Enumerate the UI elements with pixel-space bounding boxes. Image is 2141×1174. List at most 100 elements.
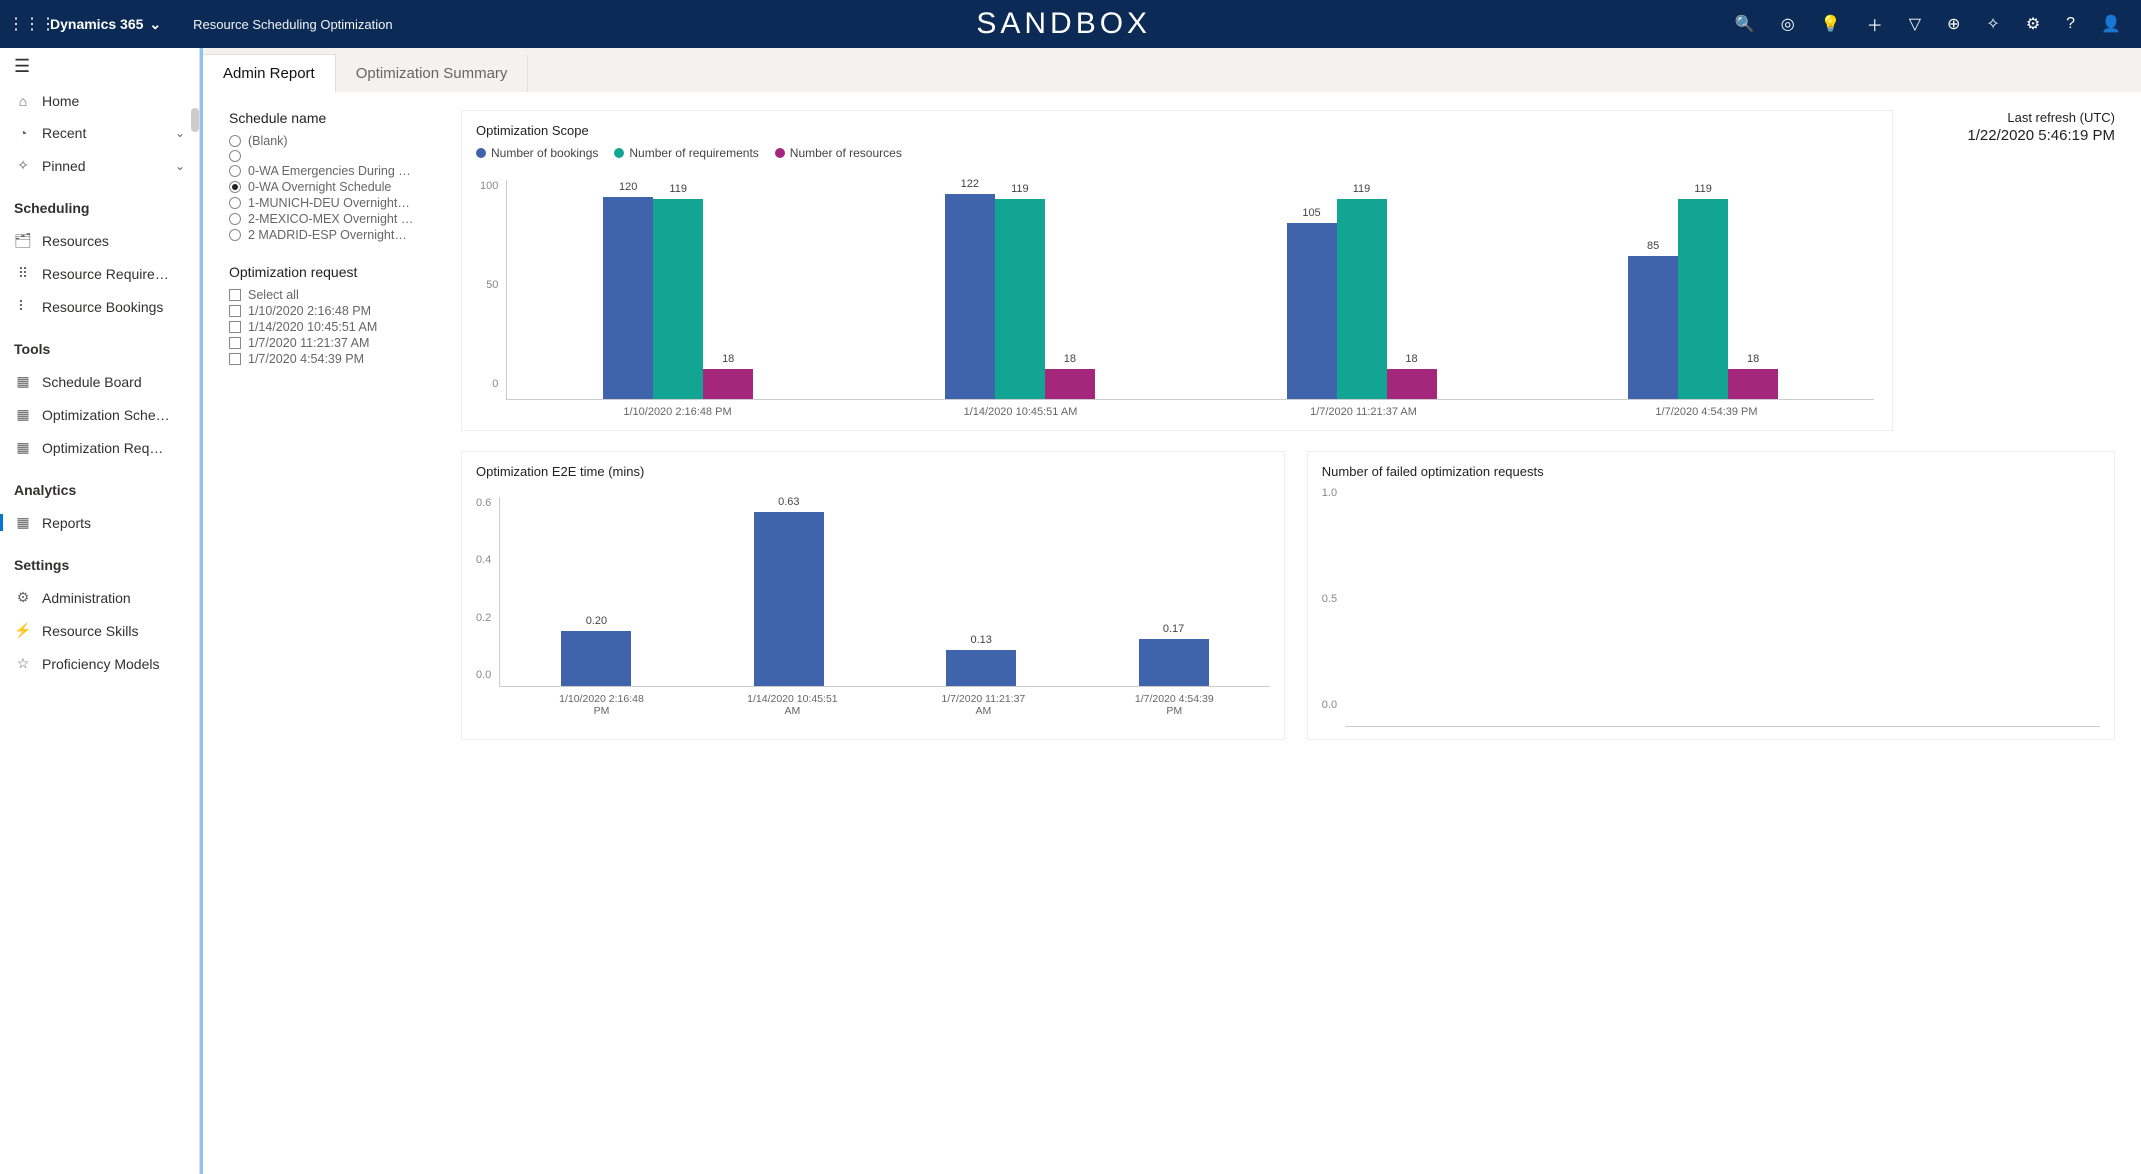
bar-label: 0.63 xyxy=(778,496,799,508)
checkbox-icon xyxy=(229,337,241,349)
bar-label: 105 xyxy=(1302,207,1320,219)
scrollbar-thumb[interactable] xyxy=(191,108,199,132)
x-label: 1/7/2020 4:54:39PM xyxy=(1090,693,1258,717)
nav-item-recent[interactable]: ◔Recent⌄ xyxy=(0,117,199,149)
bar-label: 18 xyxy=(1747,353,1759,365)
waffle-icon[interactable]: ⋮⋮⋮ xyxy=(8,14,40,34)
nav-item[interactable]: ⠇Resource Bookings xyxy=(0,290,199,323)
nav-label: Resources xyxy=(42,233,109,249)
option-label: 2 MADRID-ESP Overnight… xyxy=(248,228,407,242)
radio-icon xyxy=(229,181,241,193)
bar[interactable]: 119 xyxy=(995,199,1045,399)
nav-item[interactable]: ▦Schedule Board xyxy=(0,365,199,398)
bulb-icon[interactable]: 💡 xyxy=(1821,14,1841,34)
bar[interactable]: 119 xyxy=(1678,199,1728,399)
legend-item[interactable]: Number of requirements xyxy=(614,146,758,160)
nav-item[interactable]: ⚙Administration xyxy=(0,581,199,614)
schedule-option[interactable]: 0-WA Emergencies During … xyxy=(229,164,439,178)
nav-label: Recent xyxy=(42,125,86,141)
nav-group-tools: Tools xyxy=(0,323,199,365)
bar[interactable]: 18 xyxy=(1387,369,1437,399)
bar[interactable]: 0.63 xyxy=(754,512,824,686)
left-nav: ☰ ⌂Home◔Recent⌄✧Pinned⌄ Scheduling🗂Resou… xyxy=(0,48,200,1174)
request-option[interactable]: Select all xyxy=(229,288,439,302)
nav-icon: ⠇ xyxy=(14,298,32,315)
x-label: 1/7/2020 4:54:39 PM xyxy=(1556,406,1858,418)
x-label: 1/7/2020 11:21:37 AM xyxy=(1213,406,1515,418)
bar[interactable]: 85 xyxy=(1628,256,1678,399)
legend-item[interactable]: Number of resources xyxy=(775,146,902,160)
user-icon[interactable]: 👤 xyxy=(2101,14,2121,34)
radio-icon xyxy=(229,150,241,162)
target-icon[interactable]: ◎ xyxy=(1781,14,1795,34)
bar[interactable]: 122 xyxy=(945,194,995,399)
nav-icon: ▦ xyxy=(14,514,32,531)
nav-item[interactable]: ☆Proficiency Models xyxy=(0,647,199,680)
bar-label: 119 xyxy=(1694,183,1712,195)
bar-label: 85 xyxy=(1647,240,1659,252)
nav-icon: ▦ xyxy=(14,406,32,423)
tab-admin-report[interactable]: Admin Report xyxy=(203,54,336,92)
optimization-request-label: Optimization request xyxy=(229,264,439,280)
bar[interactable]: 18 xyxy=(1728,369,1778,399)
bar[interactable]: 0.17 xyxy=(1139,639,1209,686)
bar-group: 12211918 xyxy=(870,194,1171,399)
option-label: Select all xyxy=(248,288,299,302)
add-circle-icon[interactable]: ⊕ xyxy=(1947,14,1960,34)
help-icon[interactable]: ? xyxy=(2066,15,2075,33)
request-option[interactable]: 1/14/2020 10:45:51 AM xyxy=(229,320,439,334)
request-option[interactable]: 1/10/2020 2:16:48 PM xyxy=(229,304,439,318)
puzzle-icon[interactable]: ✧ xyxy=(1986,14,1999,34)
radio-icon xyxy=(229,229,241,241)
bar-label: 122 xyxy=(961,178,979,190)
environment-badge: SANDBOX xyxy=(393,7,1735,41)
bar-label: 18 xyxy=(722,353,734,365)
filter-icon[interactable]: ▽ xyxy=(1909,14,1921,34)
schedule-option[interactable]: 2 MADRID-ESP Overnight… xyxy=(229,228,439,242)
legend-dot xyxy=(614,148,624,158)
schedule-name-label: Schedule name xyxy=(229,110,439,126)
nav-item-pinned[interactable]: ✧Pinned⌄ xyxy=(0,149,199,182)
nav-item[interactable]: ⠿Resource Require… xyxy=(0,257,199,290)
nav-item[interactable]: ⚡Resource Skills xyxy=(0,614,199,647)
search-icon[interactable]: 🔍 xyxy=(1735,14,1755,34)
filter-panel: Schedule name (Blank) 0-WA Emergencies Du… xyxy=(229,110,439,431)
request-option[interactable]: 1/7/2020 11:21:37 AM xyxy=(229,336,439,350)
radio-icon xyxy=(229,165,241,177)
legend-item[interactable]: Number of bookings xyxy=(476,146,598,160)
nav-item[interactable]: ▦Optimization Sche… xyxy=(0,398,199,431)
schedule-option[interactable]: 1-MUNICH-DEU Overnight… xyxy=(229,196,439,210)
bar[interactable]: 0.20 xyxy=(561,631,631,686)
tab-optimization-summary[interactable]: Optimization Summary xyxy=(336,55,529,92)
bar-label: 119 xyxy=(1011,183,1029,195)
bar[interactable]: 0.13 xyxy=(946,650,1016,686)
bar[interactable]: 18 xyxy=(703,369,753,399)
nav-item[interactable]: ▦Reports xyxy=(0,506,199,539)
plus-icon[interactable]: ＋ xyxy=(1867,12,1883,36)
bar[interactable]: 120 xyxy=(603,197,653,399)
bar[interactable]: 18 xyxy=(1045,369,1095,399)
request-option[interactable]: 1/7/2020 4:54:39 PM xyxy=(229,352,439,366)
nav-group-analytics: Analytics xyxy=(0,464,199,506)
bar[interactable]: 119 xyxy=(1337,199,1387,399)
nav-item-home[interactable]: ⌂Home xyxy=(0,85,199,117)
option-label: 1/7/2020 11:21:37 AM xyxy=(248,336,369,350)
chart-title: Optimization Scope xyxy=(476,123,1878,138)
product-name: Dynamics 365 xyxy=(50,16,143,32)
failed-requests-chart: Number of failed optimization requests 1… xyxy=(1307,451,2115,740)
nav-item[interactable]: ▦Optimization Req… xyxy=(0,431,199,464)
schedule-option[interactable]: 0-WA Overnight Schedule xyxy=(229,180,439,194)
nav-icon: ⚡ xyxy=(14,622,32,639)
radio-icon xyxy=(229,213,241,225)
schedule-option[interactable] xyxy=(229,150,439,162)
gear-icon[interactable]: ⚙ xyxy=(2026,14,2040,34)
legend-dot xyxy=(476,148,486,158)
schedule-option[interactable]: (Blank) xyxy=(229,134,439,148)
nav-item[interactable]: 🗂Resources xyxy=(0,224,199,257)
hamburger-icon[interactable]: ☰ xyxy=(0,48,199,85)
checkbox-icon xyxy=(229,305,241,317)
bar[interactable]: 119 xyxy=(653,199,703,399)
bar[interactable]: 105 xyxy=(1287,223,1337,399)
product-switcher[interactable]: Dynamics 365 ⌄ xyxy=(50,16,161,33)
schedule-option[interactable]: 2-MEXICO-MEX Overnight … xyxy=(229,212,439,226)
